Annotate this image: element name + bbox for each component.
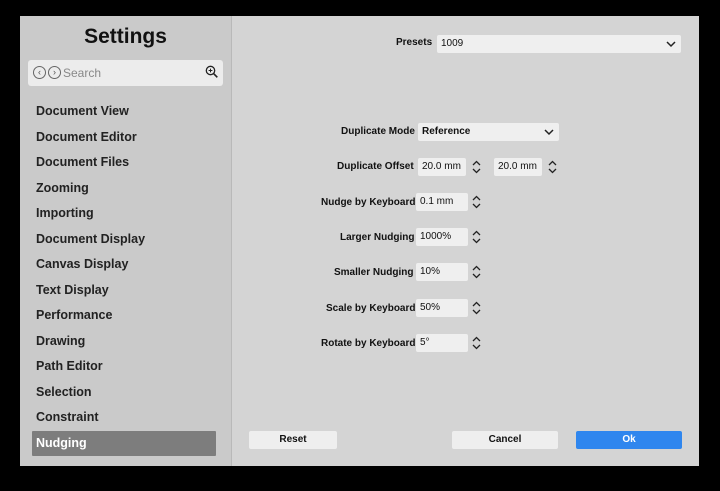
stepper-icon[interactable] [472, 195, 481, 209]
larger-nudging-value: 1000% [420, 231, 452, 242]
back-icon[interactable]: ‹ [33, 66, 46, 79]
duplicate-mode-select[interactable]: Reference [418, 123, 559, 141]
nudge-by-keyboard-value: 0.1 mm [420, 196, 454, 207]
stepper-icon[interactable] [472, 265, 481, 279]
duplicate-mode-label: Duplicate Mode [341, 126, 415, 137]
scale-by-keyboard-label: Scale by Keyboard [326, 303, 416, 314]
search-input[interactable]: Search [63, 66, 101, 80]
presets-value: 1009 [441, 38, 464, 49]
sidebar: Settings ‹ › Search Document View Docume… [20, 16, 232, 466]
sidebar-item-document-editor[interactable]: Document Editor [32, 125, 216, 151]
larger-nudging-label: Larger Nudging [340, 232, 415, 243]
sidebar-item-selection[interactable]: Selection [32, 380, 216, 406]
settings-panel: Presets 1009 Duplicate Mode Reference Du… [232, 16, 699, 466]
sidebar-item-document-files[interactable]: Document Files [32, 150, 216, 176]
sidebar-item-performance[interactable]: Performance [32, 303, 216, 329]
sidebar-item-path-editor[interactable]: Path Editor [32, 354, 216, 380]
nudge-by-keyboard-field[interactable]: 0.1 mm [416, 193, 468, 211]
rotate-by-keyboard-label: Rotate by Keyboard [321, 338, 416, 349]
stepper-icon[interactable] [548, 160, 557, 174]
sidebar-item-nudging[interactable]: Nudging [32, 430, 216, 456]
duplicate-offset-label: Duplicate Offset [337, 161, 414, 172]
stepper-icon[interactable] [472, 336, 481, 350]
smaller-nudging-value: 10% [420, 266, 441, 277]
stepper-icon[interactable] [472, 160, 481, 174]
smaller-nudging-label: Smaller Nudging [334, 267, 414, 278]
presets-select[interactable]: 1009 [437, 35, 681, 53]
sidebar-item-importing[interactable]: Importing [32, 201, 216, 227]
sidebar-item-document-display[interactable]: Document Display [32, 227, 216, 253]
scale-by-keyboard-value: 50% [420, 302, 441, 313]
sidebar-item-zooming[interactable]: Zooming [32, 176, 216, 202]
presets-label: Presets [396, 37, 433, 48]
chevron-down-icon [666, 41, 676, 48]
stepper-icon[interactable] [472, 230, 481, 244]
stepper-icon[interactable] [472, 301, 481, 315]
cancel-button[interactable]: Cancel [452, 431, 558, 449]
duplicate-offset-x-field[interactable]: 20.0 mm [418, 158, 466, 176]
sidebar-title: Settings [84, 25, 167, 48]
settings-nav-list: Document View Document Editor Document F… [32, 99, 216, 456]
chevron-down-icon [544, 129, 554, 136]
duplicate-offset-y-field[interactable]: 20.0 mm [494, 158, 542, 176]
settings-window: Settings ‹ › Search Document View Docume… [20, 16, 699, 466]
search-box: ‹ › Search [28, 60, 223, 86]
reset-button[interactable]: Reset [249, 431, 337, 449]
sidebar-item-drawing[interactable]: Drawing [32, 329, 216, 355]
zoom-search-icon[interactable] [205, 65, 218, 78]
scale-by-keyboard-field[interactable]: 50% [416, 299, 468, 317]
duplicate-offset-y-value: 20.0 mm [498, 161, 537, 172]
nudge-by-keyboard-label: Nudge by Keyboard [321, 197, 416, 208]
ok-button[interactable]: Ok [576, 431, 682, 449]
forward-icon[interactable]: › [48, 66, 61, 79]
sidebar-item-document-view[interactable]: Document View [32, 99, 216, 125]
duplicate-offset-x-value: 20.0 mm [422, 161, 461, 172]
sidebar-item-constraint[interactable]: Constraint [32, 405, 216, 431]
sidebar-item-canvas-display[interactable]: Canvas Display [32, 252, 216, 278]
larger-nudging-field[interactable]: 1000% [416, 228, 468, 246]
rotate-by-keyboard-value: 5° [420, 337, 430, 348]
smaller-nudging-field[interactable]: 10% [416, 263, 468, 281]
duplicate-mode-value: Reference [422, 126, 471, 137]
sidebar-item-text-display[interactable]: Text Display [32, 278, 216, 304]
rotate-by-keyboard-field[interactable]: 5° [416, 334, 468, 352]
